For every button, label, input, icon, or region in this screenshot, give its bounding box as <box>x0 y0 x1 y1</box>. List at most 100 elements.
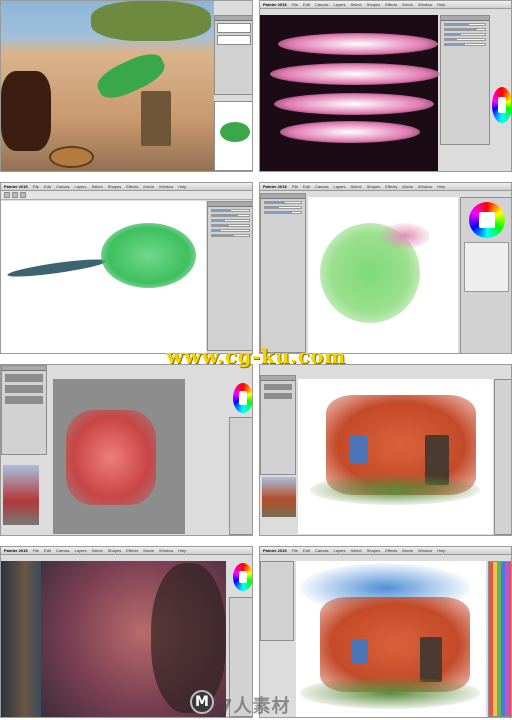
site-watermark: www.cg-ku.com <box>166 344 346 368</box>
grain-slider[interactable] <box>444 33 486 36</box>
menu-layers[interactable]: Layers <box>75 184 87 189</box>
menu-effects[interactable]: Effects <box>385 184 397 189</box>
squeeze-slider[interactable] <box>211 234 250 237</box>
color-wheel[interactable] <box>233 563 252 591</box>
jitter-slider[interactable] <box>444 38 486 41</box>
panel-header <box>208 202 252 207</box>
layers-panel[interactable] <box>214 15 252 95</box>
menu-movie[interactable]: Movie <box>143 184 154 189</box>
menu-shapes[interactable]: Shapes <box>367 2 381 7</box>
menu-effects[interactable]: Effects <box>126 548 138 553</box>
preview-panel <box>214 101 252 171</box>
opacity-slider[interactable] <box>211 214 250 217</box>
menu-canvas[interactable]: Canvas <box>315 2 329 7</box>
menu-layers[interactable]: Layers <box>334 548 346 553</box>
menu-effects[interactable]: Effects <box>385 548 397 553</box>
spacing-slider[interactable] <box>211 224 250 227</box>
menu-window[interactable]: Window <box>418 548 432 553</box>
angle-slider[interactable] <box>211 229 250 232</box>
left-brush-panel[interactable] <box>260 193 306 353</box>
left-panel[interactable] <box>260 561 294 641</box>
menu-edit[interactable]: Edit <box>44 548 51 553</box>
size-slider[interactable] <box>264 201 302 204</box>
glow-stroke-1 <box>278 33 438 55</box>
min-size-slider[interactable] <box>444 43 486 46</box>
menu-bar[interactable]: Painter 2015 File Edit Canvas Layers Sel… <box>1 183 252 191</box>
menu-canvas[interactable]: Canvas <box>315 184 329 189</box>
menu-canvas[interactable]: Canvas <box>56 548 70 553</box>
right-layers-panel[interactable] <box>229 417 252 535</box>
color-wheel[interactable] <box>492 87 511 123</box>
eraser-tool-icon[interactable] <box>12 192 18 198</box>
menu-window[interactable]: Window <box>418 2 432 7</box>
menu-effects[interactable]: Effects <box>126 184 138 189</box>
menu-layers[interactable]: Layers <box>75 548 87 553</box>
app-name: Painter 2015 <box>263 548 287 553</box>
brush-library-panel[interactable] <box>1 365 47 455</box>
menu-select[interactable]: Select <box>351 184 362 189</box>
menu-bar[interactable]: Painter 2015 File Edit Canvas Layers Sel… <box>260 183 511 191</box>
menu-shapes[interactable]: Shapes <box>367 184 381 189</box>
opacity-slider[interactable] <box>444 28 486 31</box>
menu-help[interactable]: Help <box>437 2 445 7</box>
menu-help[interactable]: Help <box>437 184 445 189</box>
menu-file[interactable]: File <box>292 184 298 189</box>
menu-edit[interactable]: Edit <box>303 548 310 553</box>
pink-scribble <box>380 223 430 249</box>
green-brush-patch <box>101 223 196 288</box>
brush-library-panel[interactable] <box>260 375 296 475</box>
menu-bar[interactable]: Painter 2015 File Edit Canvas Layers Sel… <box>1 547 252 555</box>
menu-canvas[interactable]: Canvas <box>315 548 329 553</box>
menu-shapes[interactable]: Shapes <box>108 548 122 553</box>
color-wheel[interactable] <box>233 383 252 413</box>
menu-effects[interactable]: Effects <box>385 2 397 7</box>
menu-select[interactable]: Select <box>351 548 362 553</box>
green-shrubs <box>310 475 480 505</box>
menu-layers[interactable]: Layers <box>334 184 346 189</box>
menu-bar[interactable]: Painter 2015 File Edit Canvas Layers Sel… <box>260 547 511 555</box>
size-slider[interactable] <box>211 209 250 212</box>
opacity-slider[interactable] <box>264 206 302 209</box>
window-left <box>352 639 368 663</box>
wetness-slider[interactable] <box>264 211 302 214</box>
menu-file[interactable]: File <box>33 548 39 553</box>
menu-help[interactable]: Help <box>178 548 186 553</box>
size-slider[interactable] <box>444 23 486 26</box>
menu-file[interactable]: File <box>292 2 298 7</box>
app-name: Painter 2015 <box>263 2 287 7</box>
menu-select[interactable]: Select <box>92 548 103 553</box>
menu-edit[interactable]: Edit <box>303 184 310 189</box>
menu-shapes[interactable]: Shapes <box>367 548 381 553</box>
color-swatches-panel[interactable] <box>488 561 511 717</box>
menu-window[interactable]: Window <box>159 184 173 189</box>
tree-foliage <box>91 1 211 41</box>
menu-bar[interactable]: Painter 2015 File Edit Canvas Layers Sel… <box>260 1 511 9</box>
menu-edit[interactable]: Edit <box>44 184 51 189</box>
feature-slider[interactable] <box>211 219 250 222</box>
app-name: Painter 2015 <box>263 184 287 189</box>
right-properties-panel[interactable] <box>460 197 511 353</box>
menu-select[interactable]: Select <box>92 184 103 189</box>
menu-movie[interactable]: Movie <box>143 548 154 553</box>
color-wheel[interactable] <box>469 202 505 238</box>
menu-file[interactable]: File <box>292 548 298 553</box>
menu-movie[interactable]: Movie <box>402 184 413 189</box>
menu-canvas[interactable]: Canvas <box>56 184 70 189</box>
dropper-tool-icon[interactable] <box>20 192 26 198</box>
menu-window[interactable]: Window <box>418 184 432 189</box>
menu-shapes[interactable]: Shapes <box>108 184 122 189</box>
menu-edit[interactable]: Edit <box>303 2 310 7</box>
menu-movie[interactable]: Movie <box>402 2 413 7</box>
brush-tool-icon[interactable] <box>4 192 10 198</box>
property-bar[interactable] <box>1 191 252 200</box>
menu-select[interactable]: Select <box>351 2 362 7</box>
brush-controls-panel[interactable] <box>440 15 490 145</box>
brush-settings-panel[interactable] <box>207 201 252 351</box>
menu-help[interactable]: Help <box>437 548 445 553</box>
menu-layers[interactable]: Layers <box>334 2 346 7</box>
menu-help[interactable]: Help <box>178 184 186 189</box>
menu-file[interactable]: File <box>33 184 39 189</box>
menu-movie[interactable]: Movie <box>402 548 413 553</box>
menu-window[interactable]: Window <box>159 548 173 553</box>
right-panel[interactable] <box>494 379 511 535</box>
